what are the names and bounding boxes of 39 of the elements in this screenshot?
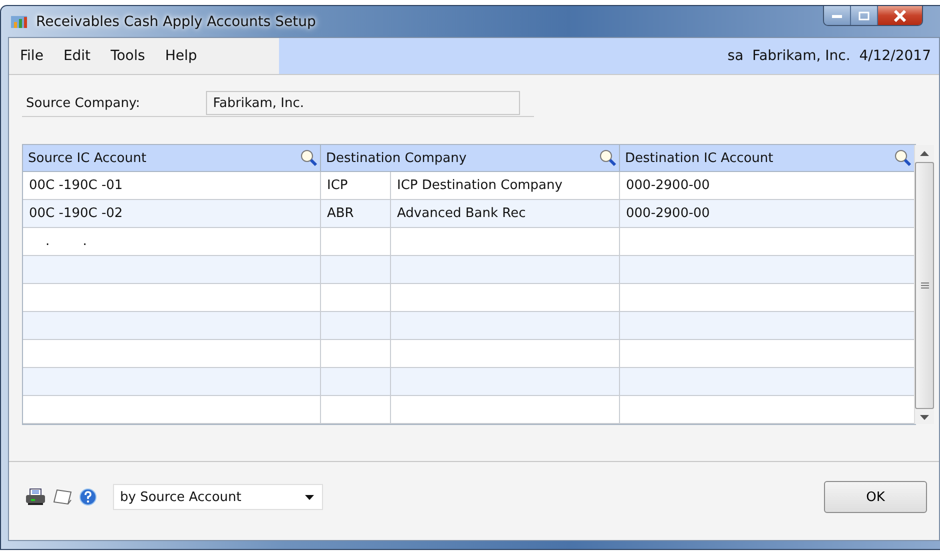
menu-item[interactable]: File [12, 45, 52, 67]
menu-item[interactable]: Tools [102, 45, 154, 67]
window-title: Receivables Cash Apply Accounts Setup [36, 14, 316, 30]
minimize-icon [831, 12, 843, 18]
scrollbar[interactable] [914, 145, 934, 424]
maximize-icon [858, 10, 870, 20]
scroll-up-arrow-icon[interactable] [920, 151, 929, 156]
table-cell: ICP [327, 178, 348, 193]
grip-icon [920, 282, 928, 289]
menu-item[interactable]: Edit [55, 45, 99, 67]
menu-item[interactable]: Help [157, 45, 205, 67]
table-cell: ABR [327, 206, 354, 221]
note-icon[interactable] [53, 488, 73, 506]
search-icon[interactable] [894, 149, 912, 167]
maximize-button[interactable] [851, 6, 878, 25]
close-icon [893, 10, 907, 22]
ok-button[interactable]: OK [824, 481, 927, 513]
source-company-field[interactable]: Fabrikam, Inc. [206, 91, 520, 115]
table-cell: 00C -190C -02 [29, 206, 123, 221]
table-cell: 000-2900-00 [626, 178, 710, 193]
user-info: sa Fabrikam, Inc. 4/12/2017 [728, 48, 931, 64]
column-header: Destination Company [326, 150, 468, 166]
dropdown-arrow-icon [305, 494, 314, 500]
sort-dropdown[interactable]: by Source Account [113, 484, 323, 510]
help-icon[interactable] [79, 488, 97, 506]
table-cell: 00C -190C -01 [29, 178, 123, 193]
table-cell-text: . . [44, 234, 87, 249]
minimize-button[interactable] [824, 6, 851, 25]
printer-icon[interactable] [25, 488, 47, 506]
table-cell: ICP Destination Company [397, 178, 562, 193]
search-icon[interactable] [300, 149, 318, 167]
close-button[interactable] [878, 6, 922, 25]
column-header: Destination IC Account [625, 150, 774, 166]
table-cell: Advanced Bank Rec [397, 206, 526, 221]
table-cell: 000-2900-00 [626, 206, 710, 221]
scroll-down-arrow-icon[interactable] [920, 415, 929, 420]
field-label: Source Company: [25, 96, 142, 110]
column-header: Source IC Account [28, 150, 148, 166]
search-icon[interactable] [599, 149, 617, 167]
